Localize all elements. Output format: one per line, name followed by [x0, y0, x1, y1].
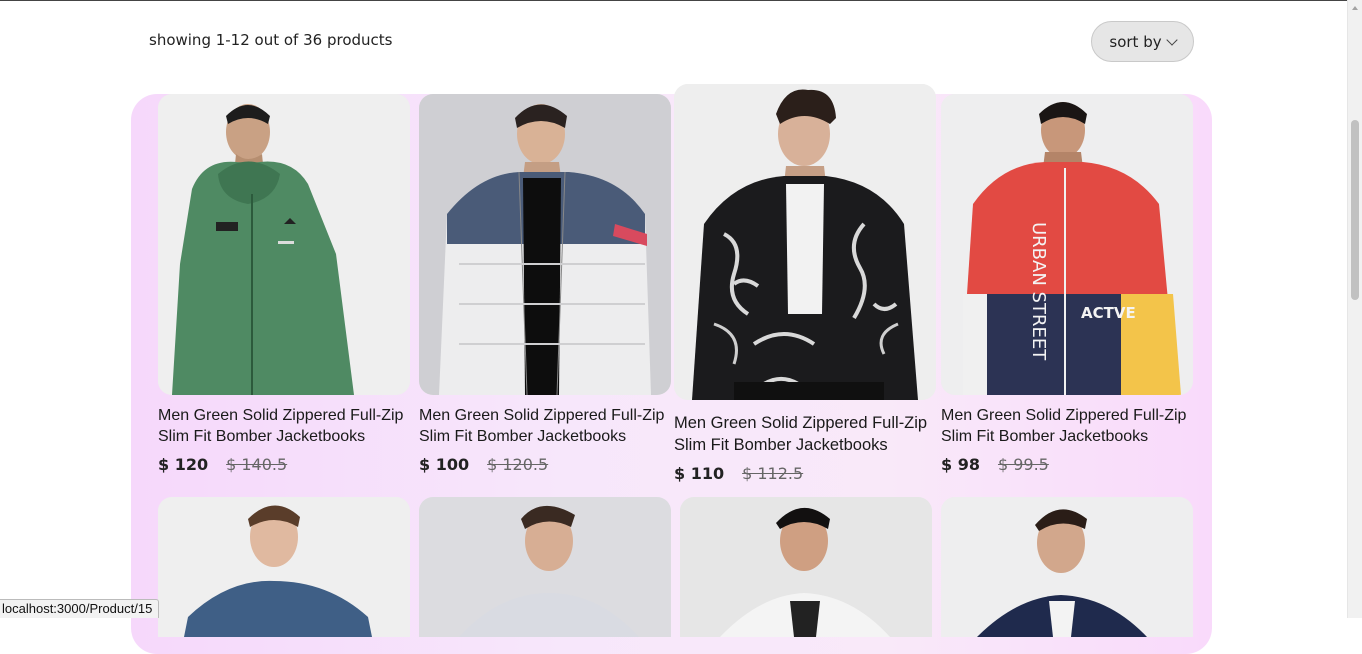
product-card[interactable]: Men Green Solid Zippered Full-Zip Slim F…	[674, 84, 936, 483]
product-image[interactable]: URBAN STREET ACTVE	[941, 94, 1193, 395]
product-title[interactable]: Men Green Solid Zippered Full-Zip Slim F…	[158, 405, 410, 447]
product-card[interactable]: Men Green Solid Zippered Full-Zip Slim F…	[419, 94, 671, 474]
scroll-up-arrow-icon[interactable]	[1348, 2, 1362, 14]
sort-button[interactable]: sort by	[1091, 21, 1194, 62]
chevron-down-icon	[1165, 33, 1178, 46]
vertical-scrollbar[interactable]	[1347, 0, 1362, 618]
product-image[interactable]	[674, 84, 936, 400]
scrollbar-thumb[interactable]	[1351, 120, 1359, 300]
product-old-price: $ 99.5	[997, 455, 1049, 474]
status-bar-url: localhost:3000/Product/15	[0, 599, 160, 618]
product-image[interactable]	[158, 94, 410, 395]
top-border	[0, 0, 1347, 1]
product-old-price: $ 120.5	[487, 455, 549, 474]
product-price: $ 110	[674, 464, 725, 483]
product-image[interactable]	[419, 94, 671, 395]
product-price: $ 100	[419, 455, 470, 474]
sort-label: sort by	[1109, 32, 1162, 51]
product-title[interactable]: Men Green Solid Zippered Full-Zip Slim F…	[941, 405, 1193, 447]
product-price: $ 120	[158, 455, 209, 474]
product-image[interactable]	[941, 497, 1193, 637]
product-image[interactable]	[419, 497, 671, 637]
product-old-price: $ 140.5	[226, 455, 288, 474]
results-count: showing 1-12 out of 36 products	[149, 31, 393, 49]
product-image[interactable]	[680, 497, 932, 637]
product-image[interactable]	[158, 497, 410, 637]
product-old-price: $ 112.5	[742, 464, 804, 483]
jacket-print-vertical: URBAN STREET	[1028, 222, 1049, 361]
jacket-print-chest: ACTVE	[1081, 304, 1136, 322]
product-card[interactable]: URBAN STREET ACTVE Men Green Solid Zippe…	[941, 94, 1193, 474]
product-card[interactable]: Men Green Solid Zippered Full-Zip Slim F…	[158, 94, 410, 474]
product-title[interactable]: Men Green Solid Zippered Full-Zip Slim F…	[674, 412, 936, 456]
product-title[interactable]: Men Green Solid Zippered Full-Zip Slim F…	[419, 405, 671, 447]
product-price: $ 98	[941, 455, 980, 474]
